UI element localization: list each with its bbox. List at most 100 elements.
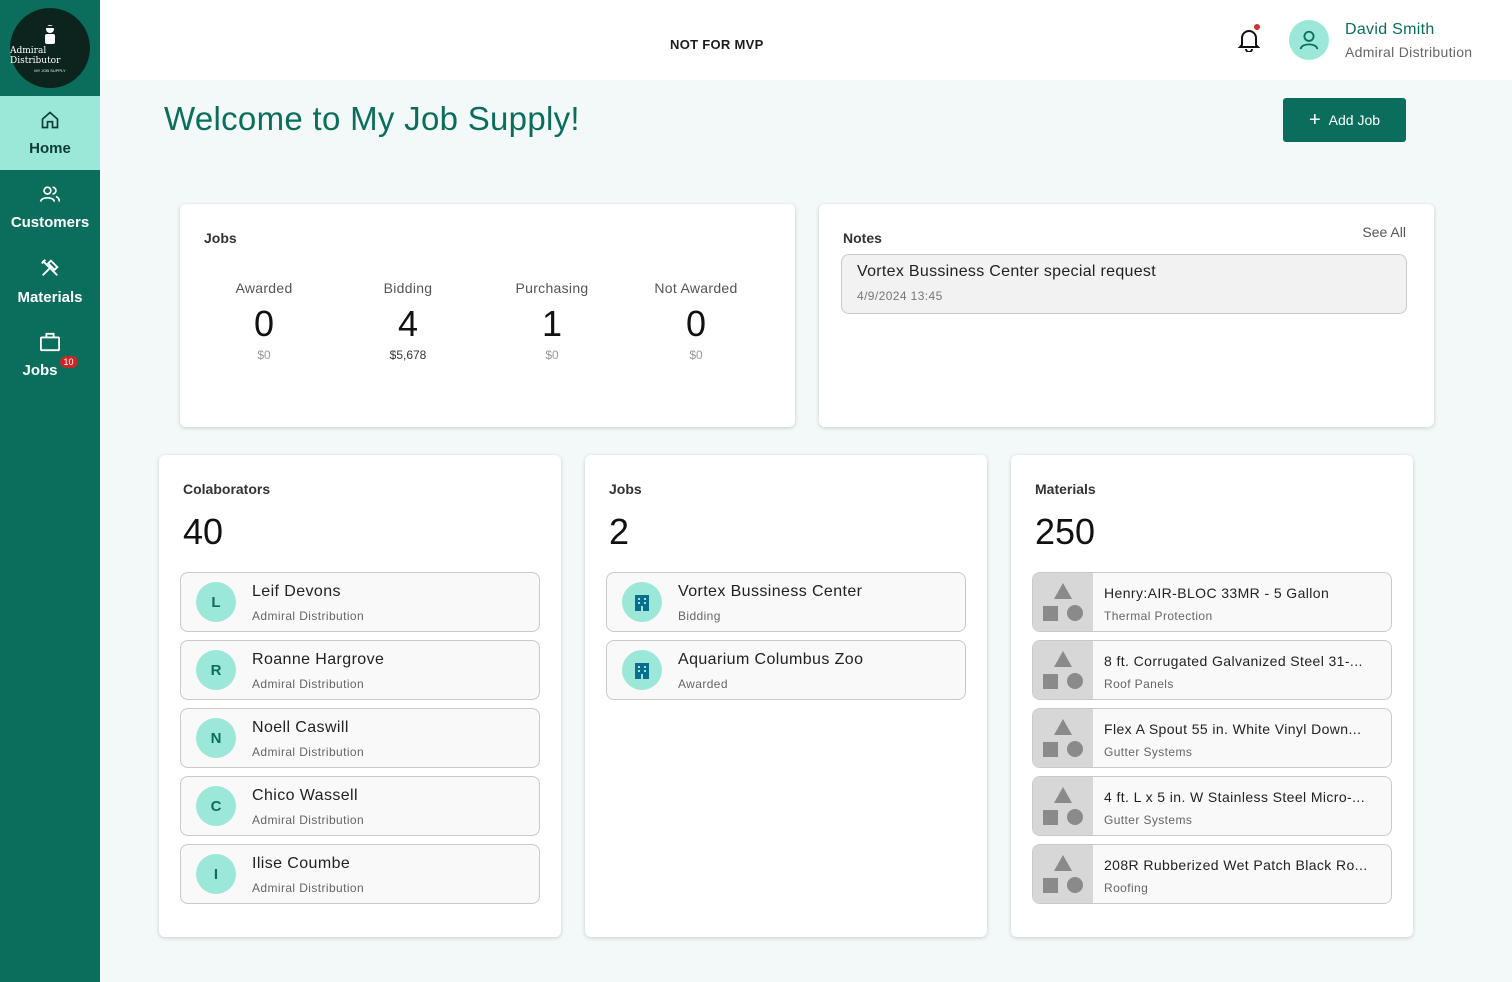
sidebar-item-label: Jobs — [22, 361, 58, 379]
stat-amount: $0 — [257, 348, 271, 362]
jobs-count-badge: 10 — [59, 355, 78, 368]
image-placeholder-icon — [1033, 845, 1093, 903]
stat-amount: $5,678 — [389, 348, 427, 362]
user-name[interactable]: David Smith — [1345, 21, 1435, 39]
avatar[interactable] — [1289, 20, 1329, 60]
material-item[interactable]: 208R Rubberized Wet Patch Black Ro... Ro… — [1032, 844, 1392, 904]
sidebar-item-label: Materials — [17, 288, 83, 306]
initial-avatar: L — [196, 582, 236, 622]
collaborator-org: Admiral Distribution — [252, 745, 365, 759]
sidebar-item-label: Customers — [10, 213, 90, 231]
material-item[interactable]: Henry:AIR-BLOC 33MR - 5 Gallon Thermal P… — [1032, 572, 1392, 632]
collaborator-item[interactable]: C Chico Wassell Admiral Distribution — [180, 776, 540, 836]
briefcase-icon — [40, 332, 60, 351]
user-icon — [1299, 30, 1319, 50]
stat-count: 0 — [253, 303, 275, 344]
collaborators-card: Colaborators 40 L Leif Devons Admiral Di… — [159, 455, 561, 937]
collaborator-org: Admiral Distribution — [252, 609, 365, 623]
users-icon — [39, 185, 61, 202]
job-status: Bidding — [678, 609, 721, 623]
stat-bidding[interactable]: Bidding 4 $5,678 — [348, 280, 468, 362]
job-name: Vortex Bussiness Center — [678, 583, 863, 600]
stat-not-awarded[interactable]: Not Awarded 0 $0 — [636, 280, 756, 362]
collaborator-org: Admiral Distribution — [252, 677, 365, 691]
card-title: Notes — [843, 230, 882, 246]
stat-label: Purchasing — [515, 280, 589, 296]
notification-dot — [1254, 24, 1260, 30]
note-title: Vortex Bussiness Center special request — [857, 263, 1156, 280]
collaborator-org: Admiral Distribution — [252, 881, 365, 895]
card-title: Materials — [1035, 481, 1096, 497]
not-for-mvp-banner: NOT FOR MVP — [670, 37, 764, 52]
stat-awarded[interactable]: Awarded 0 $0 — [204, 280, 324, 362]
sidebar-item-materials[interactable]: Materials — [0, 244, 100, 318]
materials-count: 250 — [1035, 511, 1096, 552]
stat-label: Awarded — [235, 280, 293, 296]
card-title: Jobs — [204, 230, 237, 246]
collaborator-org: Admiral Distribution — [252, 813, 365, 827]
initial-avatar: C — [196, 786, 236, 826]
material-name: 4 ft. L x 5 in. W Stainless Steel Micro-… — [1104, 789, 1365, 805]
plus-icon: + — [1308, 109, 1321, 131]
collaborator-name: Chico Wassell — [252, 787, 358, 804]
stat-count: 1 — [541, 303, 563, 344]
see-all-link[interactable]: See All — [1362, 224, 1406, 240]
image-placeholder-icon — [1033, 573, 1093, 631]
bell-icon[interactable] — [1238, 28, 1260, 52]
job-status: Awarded — [678, 677, 728, 691]
initial-avatar: R — [196, 650, 236, 690]
page-title: Welcome to My Job Supply! — [164, 100, 580, 137]
job-item[interactable]: Aquarium Columbus Zoo Awarded — [606, 640, 966, 700]
collaborator-name: Noell Caswill — [252, 719, 349, 736]
sidebar-item-home[interactable]: Home — [0, 96, 100, 170]
home-icon — [41, 110, 59, 128]
jobs-list-card: Jobs 2 Vortex Bussiness Center Bidding A… — [585, 455, 987, 937]
material-category: Roof Panels — [1104, 677, 1174, 691]
stat-count: 0 — [685, 303, 707, 344]
stat-purchasing[interactable]: Purchasing 1 $0 — [492, 280, 612, 362]
add-job-button[interactable]: + Add Job — [1283, 98, 1406, 142]
image-placeholder-icon — [1033, 641, 1093, 699]
note-item[interactable]: Vortex Bussiness Center special request … — [841, 254, 1407, 314]
collaborator-name: Roanne Hargrove — [252, 651, 385, 668]
collaborator-item[interactable]: L Leif Devons Admiral Distribution — [180, 572, 540, 632]
add-job-label: Add Job — [1328, 112, 1381, 128]
material-item[interactable]: Flex A Spout 55 in. White Vinyl Down... … — [1032, 708, 1392, 768]
material-category: Roofing — [1104, 881, 1149, 895]
material-name: 8 ft. Corrugated Galvanized Steel 31-... — [1104, 653, 1363, 669]
logo-subtext: MY JOB SUPPLY — [34, 67, 66, 73]
note-date: 4/9/2024 13:45 — [857, 289, 943, 303]
stat-count: 4 — [397, 303, 419, 344]
image-placeholder-icon — [1033, 709, 1093, 767]
collaborator-item[interactable]: R Roanne Hargrove Admiral Distribution — [180, 640, 540, 700]
collaborator-item[interactable]: I Ilise Coumbe Admiral Distribution — [180, 844, 540, 904]
material-category: Thermal Protection — [1104, 609, 1213, 623]
image-placeholder-icon — [1033, 777, 1093, 835]
sidebar-item-label: Home — [29, 139, 71, 157]
initial-avatar: I — [196, 854, 236, 894]
stat-label: Not Awarded — [654, 280, 738, 296]
user-org: Admiral Distribution — [1345, 44, 1473, 60]
material-category: Gutter Systems — [1104, 813, 1193, 827]
collaborators-count: 40 — [183, 511, 224, 552]
material-item[interactable]: 8 ft. Corrugated Galvanized Steel 31-...… — [1032, 640, 1392, 700]
job-item[interactable]: Vortex Bussiness Center Bidding — [606, 572, 966, 632]
material-name: Flex A Spout 55 in. White Vinyl Down... — [1104, 721, 1362, 737]
stat-label: Bidding — [383, 280, 433, 296]
materials-card: Materials 250 Henry:AIR-BLOC 33MR - 5 Ga… — [1011, 455, 1413, 937]
material-category: Gutter Systems — [1104, 745, 1193, 759]
material-item[interactable]: 4 ft. L x 5 in. W Stainless Steel Micro-… — [1032, 776, 1392, 836]
card-title: Colaborators — [183, 481, 271, 497]
sidebar-item-customers[interactable]: Customers — [0, 170, 100, 244]
sidebar-item-jobs[interactable]: Jobs 10 — [0, 318, 100, 392]
jobs-count: 2 — [609, 511, 630, 552]
company-logo[interactable]: Admiral Distributor MY JOB SUPPLY — [10, 8, 90, 88]
material-name: 208R Rubberized Wet Patch Black Ro... — [1104, 857, 1368, 873]
jobs-summary-card: Jobs Awarded 0 $0 Bidding 4 $5,678 Purch… — [180, 204, 795, 427]
top-header: NOT FOR MVP David Smith Admiral Distribu… — [100, 0, 1512, 80]
building-icon — [622, 650, 662, 690]
stat-amount: $0 — [545, 348, 559, 362]
collaborator-name: Leif Devons — [252, 583, 341, 600]
job-name: Aquarium Columbus Zoo — [678, 651, 864, 668]
collaborator-item[interactable]: N Noell Caswill Admiral Distribution — [180, 708, 540, 768]
